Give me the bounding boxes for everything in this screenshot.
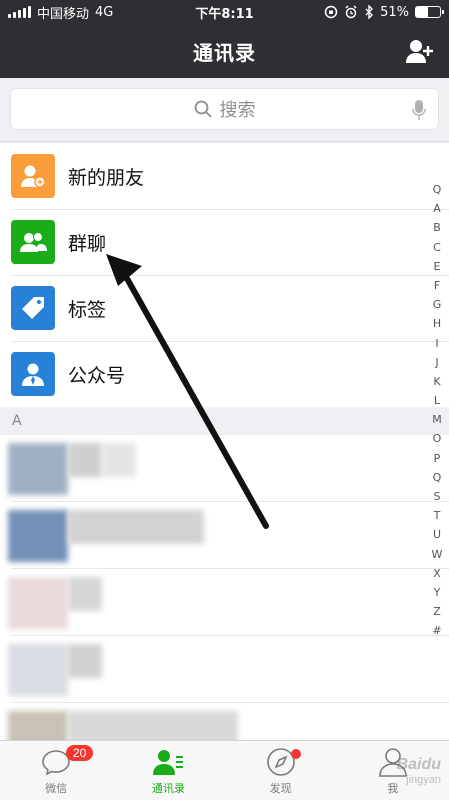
- avatar: [8, 711, 68, 740]
- index-letter[interactable]: G: [433, 295, 442, 314]
- index-letter[interactable]: T: [434, 506, 441, 525]
- baidu-watermark: Baidu jingyan: [396, 756, 441, 786]
- menu-label-group-chat: 群聊: [68, 232, 107, 255]
- bluetooth-icon: [365, 5, 374, 19]
- menu-label-official-accounts: 公众号: [68, 364, 126, 387]
- menu-label-new-friends: 新的朋友: [68, 166, 145, 189]
- index-letter[interactable]: I: [435, 334, 438, 353]
- contact-name: [68, 644, 102, 678]
- contact-name: [68, 711, 238, 740]
- index-letter[interactable]: O: [433, 429, 442, 448]
- tab-contacts[interactable]: 通讯录: [112, 741, 224, 800]
- avatar: [8, 443, 68, 495]
- index-letter[interactable]: Q: [433, 468, 442, 487]
- index-letter[interactable]: Z: [433, 602, 441, 621]
- official-account-icon: [11, 352, 55, 396]
- index-letter[interactable]: E: [434, 257, 441, 276]
- search-icon: [194, 100, 212, 118]
- index-letter[interactable]: F: [434, 276, 440, 295]
- alphabet-index[interactable]: Q A B C E F G H I J K L M O P Q S T U W X Y Z #: [429, 180, 445, 641]
- tab-discover[interactable]: 发现: [225, 741, 337, 800]
- index-letter[interactable]: C: [433, 238, 441, 257]
- alarm-icon: [345, 5, 357, 19]
- index-letter[interactable]: U: [433, 525, 441, 544]
- battery-percent: 51%: [380, 4, 409, 20]
- contacts-menu: 新的朋友 群聊 标签 公众号: [0, 143, 449, 407]
- new-content-dot: [290, 749, 301, 759]
- search-placeholder: 搜索: [219, 100, 256, 121]
- index-letter[interactable]: P: [434, 449, 441, 468]
- contacts-icon: [153, 750, 184, 775]
- avatar: [8, 644, 68, 696]
- contact-row[interactable]: [0, 435, 449, 502]
- contact-row[interactable]: [0, 703, 449, 740]
- nav-bar: 通讯录: [0, 24, 449, 78]
- contact-row[interactable]: [0, 502, 449, 569]
- network-type: 4G: [95, 4, 114, 20]
- menu-item-group-chat[interactable]: 群聊: [0, 209, 449, 275]
- signal-strength-icon: [8, 6, 31, 18]
- contact-name: [68, 510, 204, 544]
- status-right: 51%: [324, 4, 444, 20]
- unread-badge: 20: [66, 745, 94, 761]
- search-input[interactable]: 搜索: [10, 88, 439, 130]
- search-area: 搜索: [0, 78, 449, 142]
- contact-name: [68, 577, 102, 611]
- menu-item-new-friends[interactable]: 新的朋友: [0, 143, 449, 209]
- menu-label-tags: 标签: [68, 298, 107, 321]
- index-letter[interactable]: M: [432, 410, 442, 429]
- microphone-icon[interactable]: [412, 99, 426, 121]
- contact-name: [68, 443, 102, 477]
- contact-row[interactable]: [0, 569, 449, 636]
- index-letter[interactable]: A: [433, 199, 441, 218]
- section-header-a: A: [0, 407, 449, 435]
- index-letter[interactable]: S: [434, 487, 441, 506]
- add-contact-icon[interactable]: [405, 38, 435, 64]
- menu-item-tags[interactable]: 标签: [0, 275, 449, 341]
- menu-item-official-accounts[interactable]: 公众号: [0, 341, 449, 407]
- status-bar: 中国移动 4G 下午8:11 51%: [0, 0, 449, 24]
- index-letter[interactable]: #: [432, 621, 441, 640]
- page-title: 通讯录: [193, 40, 256, 65]
- battery-icon: [415, 6, 444, 18]
- rotation-lock-icon: [324, 5, 338, 19]
- avatar: [8, 510, 68, 562]
- index-letter[interactable]: W: [432, 545, 443, 564]
- index-letter[interactable]: X: [433, 564, 441, 583]
- group-chat-icon: [11, 220, 55, 264]
- index-letter[interactable]: K: [433, 372, 440, 391]
- tab-label-discover: 发现: [269, 782, 292, 795]
- carrier-name: 中国移动: [37, 6, 90, 22]
- tab-label-chats: 微信: [45, 782, 68, 795]
- contact-list: [0, 435, 449, 740]
- index-letter[interactable]: L: [434, 391, 440, 410]
- avatar: [8, 577, 68, 629]
- tag-icon: [11, 286, 55, 330]
- index-letter[interactable]: Q: [433, 180, 442, 199]
- index-letter[interactable]: B: [433, 218, 441, 237]
- tab-bar: 20 微信 通讯录 发现 我 Baidu jingyan: [0, 740, 449, 800]
- contact-row[interactable]: [0, 636, 449, 703]
- status-left: 中国移动 4G: [8, 3, 113, 22]
- tab-label-contacts: 通讯录: [151, 782, 185, 795]
- tab-chats[interactable]: 20 微信: [0, 741, 112, 800]
- index-letter[interactable]: H: [433, 314, 441, 333]
- index-letter[interactable]: J: [435, 353, 438, 372]
- new-friend-icon: [11, 154, 55, 198]
- index-letter[interactable]: Y: [434, 583, 441, 602]
